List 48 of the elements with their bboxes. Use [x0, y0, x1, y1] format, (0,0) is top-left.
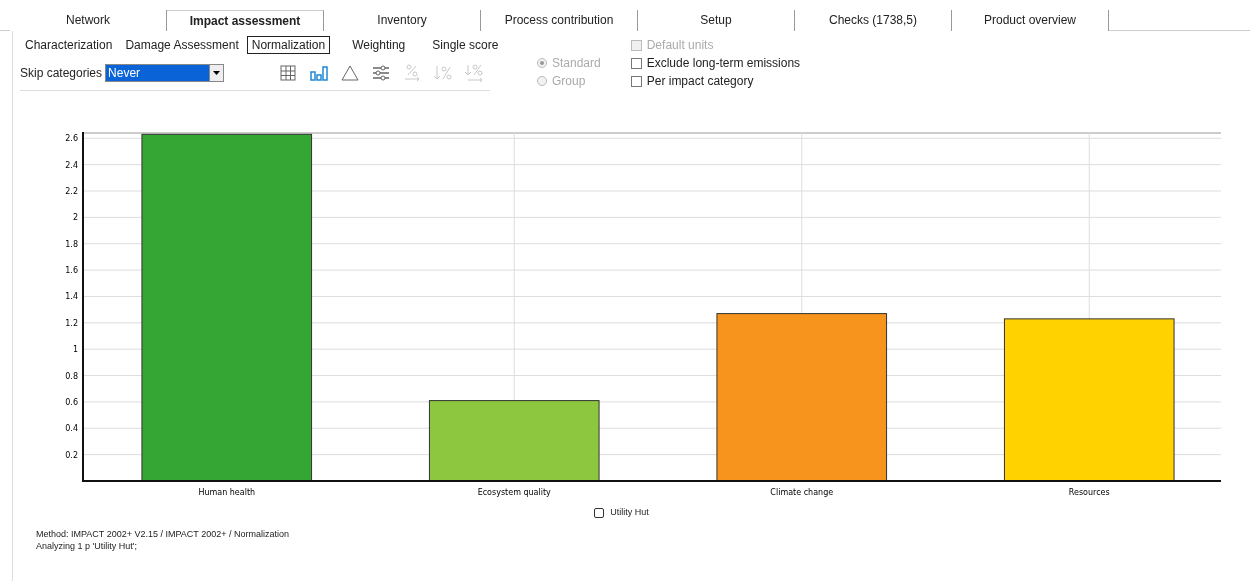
legend-marker: [594, 507, 605, 518]
y-tick-label: 0.8: [65, 371, 78, 381]
checkbox-label: Per impact category: [646, 73, 754, 89]
radio-label: Standard: [552, 55, 601, 71]
tab[interactable]: Setup: [638, 10, 795, 31]
tab[interactable]: Network: [10, 10, 167, 31]
footer-text: Analyzing 1 p 'Utility Hut';: [36, 540, 138, 553]
checkbox[interactable]: [630, 75, 642, 87]
checkbox[interactable]: [630, 57, 642, 69]
tab[interactable]: Checks (1738,5): [795, 10, 952, 31]
y-tick-label: 1: [72, 345, 78, 355]
y-tick-label: 2.6: [65, 134, 78, 144]
subtab[interactable]: Damage Assessment: [120, 36, 244, 55]
subtab[interactable]: Weighting: [347, 36, 411, 55]
skip-categories-label: Skip categories: [20, 66, 103, 81]
checkbox-label: Exclude long-term emissions: [646, 55, 801, 71]
y-tick-label: 0.2: [65, 451, 78, 461]
table-icon: [277, 63, 298, 84]
tab[interactable]: Process contribution: [481, 10, 638, 31]
skip-categories-dropdown[interactable]: Never: [105, 64, 225, 83]
y-tick-label: 0.6: [65, 398, 78, 408]
footer-text: Method: IMPACT 2002+ V2.15 / IMPACT 2002+ / Normalization: [36, 528, 290, 541]
y-tick-label: 1.2: [65, 319, 78, 329]
dropdown-caret-icon: [213, 71, 221, 76]
x-tick-label: Ecosystem quality: [477, 488, 551, 498]
legend-label: Utility Hut: [610, 507, 649, 519]
sliders-icon: [371, 63, 392, 84]
y-tick-label: 1.6: [65, 266, 78, 276]
y-tick-label: 2: [72, 213, 78, 223]
subtab[interactable]: Single score: [427, 36, 504, 55]
subtab[interactable]: Normalization: [246, 36, 331, 55]
y-tick-label: 1.4: [65, 292, 78, 302]
bar-chart-icon: [309, 63, 330, 84]
x-tick-label: Resources: [1068, 488, 1110, 498]
y-tick-label: 1.8: [65, 240, 78, 250]
radio-label: Group: [552, 73, 586, 89]
subtab[interactable]: Characterization: [20, 36, 118, 55]
tab[interactable]: Impact assessment: [167, 10, 324, 31]
triangle-icon: [340, 63, 361, 84]
checkbox-label: Default units: [646, 37, 714, 53]
y-tick-label: 2.2: [65, 187, 78, 197]
tab[interactable]: Inventory: [324, 10, 481, 31]
x-tick-label: Climate change: [770, 488, 834, 498]
y-tick-label: 2.4: [65, 161, 78, 171]
y-tick-label: 0.4: [65, 424, 78, 434]
x-tick-label: Human health: [198, 488, 256, 498]
tab[interactable]: Product overview: [952, 10, 1109, 31]
sort-percent-arrow-icon: [464, 63, 485, 84]
